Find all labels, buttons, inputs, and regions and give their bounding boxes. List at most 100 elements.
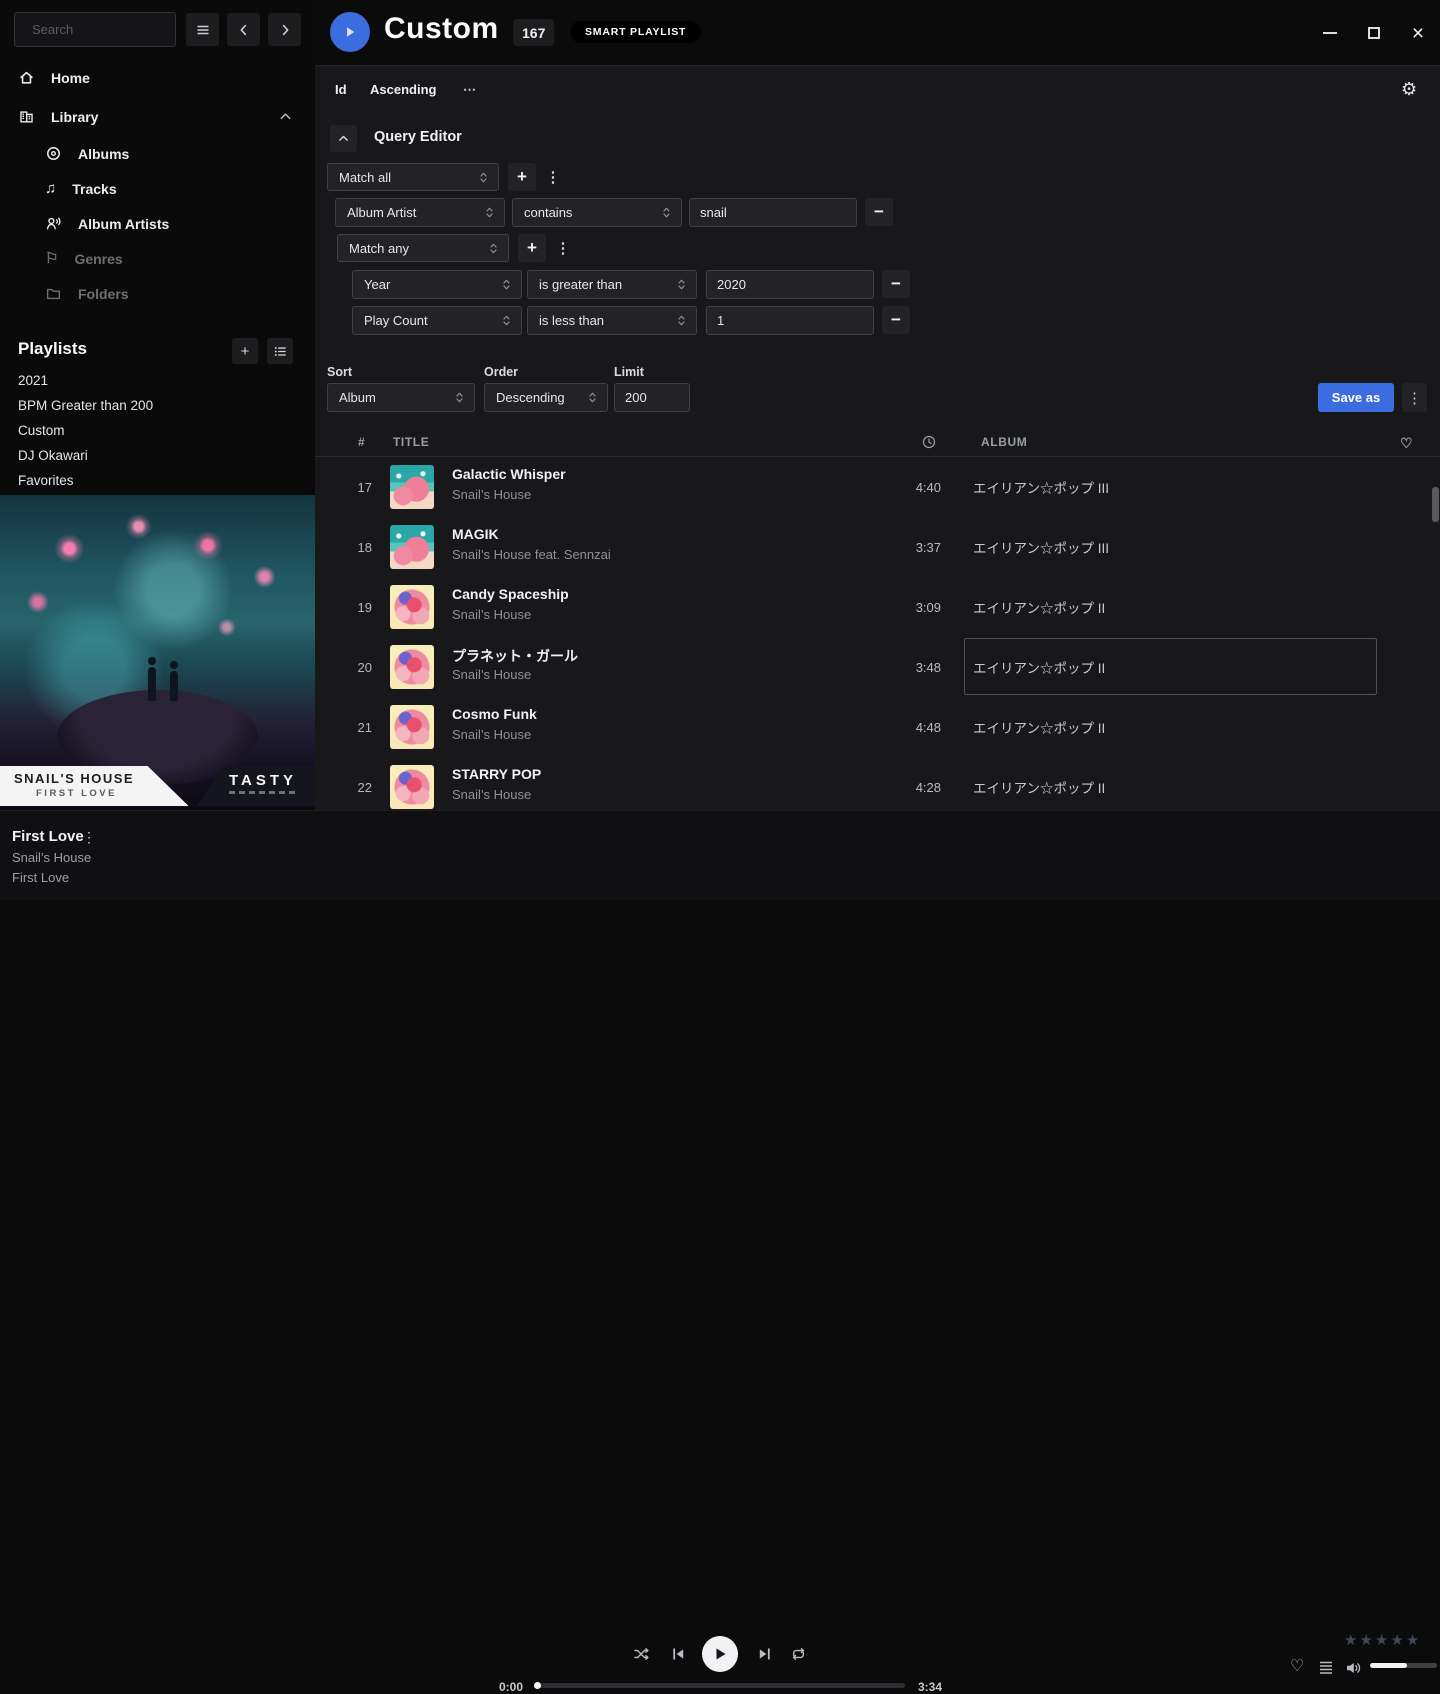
sidebar-item-album-artists[interactable]: Album Artists: [0, 206, 315, 241]
volume-icon[interactable]: [1345, 1660, 1362, 1676]
star-icon[interactable]: ★: [1359, 1631, 1372, 1649]
playlist-item[interactable]: Custom: [0, 418, 315, 443]
collapse-query-editor-button[interactable]: [330, 125, 357, 152]
forward-button[interactable]: [268, 13, 301, 46]
rule-operator-select[interactable]: contains: [512, 198, 682, 227]
volume-slider[interactable]: [1370, 1663, 1437, 1668]
order-select[interactable]: Descending: [484, 383, 608, 412]
minus-icon: −: [874, 202, 884, 222]
sidebar: Home Library Albums ♫ Tracks Album Artis…: [0, 0, 315, 810]
album-art-label-marks: [229, 791, 315, 794]
hamburger-icon: [195, 22, 211, 38]
select-caret-icon: [660, 205, 673, 220]
play-pause-button[interactable]: [702, 1636, 738, 1672]
maximize-button[interactable]: [1360, 20, 1388, 46]
favorite-heart-button[interactable]: ♡: [1290, 1659, 1304, 1675]
track-album[interactable]: エイリアン☆ポップ II: [973, 577, 1373, 637]
minus-icon: −: [891, 310, 901, 330]
track-artist: Snail’s House: [452, 487, 531, 502]
search-input[interactable]: [32, 22, 208, 37]
sidebar-item-folders[interactable]: Folders: [0, 276, 315, 311]
playlist-item[interactable]: DJ Okawari: [0, 443, 315, 468]
playlist-list-button[interactable]: [267, 338, 293, 364]
rule-group-menu-button[interactable]: ⋮: [545, 163, 561, 191]
track-row[interactable]: 18 MAGIK Snail’s House feat. Sennzai 3:3…: [315, 517, 1440, 577]
track-row[interactable]: 22 STARRY POP Snail’s House 4:28 エイリアン☆ポ…: [315, 757, 1440, 817]
add-group-rule-button[interactable]: +: [518, 234, 546, 262]
column-title[interactable]: TITLE: [393, 435, 429, 449]
duration-clock-icon[interactable]: [921, 434, 937, 450]
sidebar-item-home[interactable]: Home: [0, 58, 315, 97]
playlist-item[interactable]: 2021: [0, 368, 315, 393]
star-icon[interactable]: ★: [1406, 1631, 1419, 1649]
seek-handle[interactable]: [534, 1682, 541, 1689]
sort-select[interactable]: Album: [327, 383, 475, 412]
star-icon[interactable]: ★: [1344, 1631, 1357, 1649]
now-playing-album-art[interactable]: SNAIL'S HOUSE FIRST LOVE TASTY: [0, 495, 315, 810]
track-row[interactable]: 20 プラネット・ガール Snail’s House 3:48 エイリアン☆ポッ…: [315, 637, 1440, 697]
more-options-button[interactable]: ⋯: [463, 82, 476, 98]
repeat-button[interactable]: [790, 1646, 807, 1662]
rule-operator-select[interactable]: is greater than: [527, 270, 697, 299]
sidebar-item-label: Album Artists: [78, 216, 169, 232]
add-playlist-button[interactable]: +: [232, 338, 258, 364]
minimize-button[interactable]: [1316, 20, 1344, 46]
track-row[interactable]: 17 Galactic Whisper Snail’s House 4:40 エ…: [315, 457, 1440, 517]
save-as-button[interactable]: Save as: [1318, 383, 1394, 412]
add-rule-button[interactable]: +: [508, 163, 536, 191]
star-icon[interactable]: ★: [1390, 1631, 1403, 1649]
rule-value-input[interactable]: [706, 306, 874, 335]
search-box[interactable]: [14, 12, 176, 47]
group-match-select[interactable]: Match any: [337, 234, 509, 262]
sort-field-button[interactable]: Id: [335, 82, 347, 97]
group-menu-button[interactable]: ⋮: [555, 234, 571, 262]
sort-direction-button[interactable]: Ascending: [370, 82, 436, 97]
previous-track-button[interactable]: [671, 1646, 686, 1662]
now-playing-menu-button[interactable]: ⋮: [82, 829, 96, 846]
shuffle-button[interactable]: [633, 1646, 650, 1662]
chevron-up-icon[interactable]: [278, 109, 293, 124]
save-menu-button[interactable]: ⋮: [1402, 383, 1427, 412]
rule-value-input[interactable]: [689, 198, 857, 227]
rule-value-input[interactable]: [706, 270, 874, 299]
sidebar-item-tracks[interactable]: ♫ Tracks: [0, 171, 315, 206]
track-album[interactable]: エイリアン☆ポップ III: [973, 517, 1373, 577]
track-row[interactable]: 19 Candy Spaceship Snail’s House 3:09 エイ…: [315, 577, 1440, 637]
rule-field-select[interactable]: Album Artist: [335, 198, 505, 227]
root-match-select[interactable]: Match all: [327, 163, 499, 191]
track-album[interactable]: エイリアン☆ポップ II: [973, 757, 1373, 817]
track-row[interactable]: 21 Cosmo Funk Snail’s House 4:48 エイリアン☆ポ…: [315, 697, 1440, 757]
track-title: STARRY POP: [452, 766, 541, 782]
sidebar-item-genres[interactable]: ⚐ Genres: [0, 241, 315, 276]
playlist-item[interactable]: BPM Greater than 200: [0, 393, 315, 418]
track-cover-art: [390, 765, 434, 809]
track-table-header: # TITLE ALBUM ♡: [315, 427, 1440, 457]
rating-stars[interactable]: ★ ★ ★ ★ ★: [1344, 1631, 1419, 1649]
seek-bar[interactable]: [535, 1683, 905, 1688]
back-button[interactable]: [227, 13, 260, 46]
remove-rule-button[interactable]: −: [865, 198, 893, 226]
rule-operator-select[interactable]: is less than: [527, 306, 697, 335]
remove-rule-button[interactable]: −: [882, 270, 910, 298]
column-album[interactable]: ALBUM: [981, 435, 1027, 449]
rule-field-select[interactable]: Play Count: [352, 306, 522, 335]
playlist-item[interactable]: Favorites: [0, 468, 315, 493]
menu-button[interactable]: [186, 13, 219, 46]
favorite-heart-icon[interactable]: ♡: [1400, 435, 1413, 452]
track-album[interactable]: エイリアン☆ポップ II: [973, 697, 1373, 757]
scrollbar-thumb[interactable]: [1432, 487, 1439, 522]
column-index[interactable]: #: [358, 435, 365, 449]
limit-input[interactable]: [614, 383, 690, 412]
disc-icon: [45, 145, 62, 162]
sidebar-item-library[interactable]: Library: [0, 97, 315, 136]
star-icon[interactable]: ★: [1375, 1631, 1388, 1649]
settings-gear-icon[interactable]: ⚙: [1401, 79, 1417, 100]
queue-button[interactable]: [1318, 1661, 1334, 1675]
remove-rule-button[interactable]: −: [882, 306, 910, 334]
track-album[interactable]: エイリアン☆ポップ III: [973, 457, 1373, 517]
close-button[interactable]: ×: [1404, 20, 1432, 46]
play-playlist-button[interactable]: [330, 12, 370, 52]
rule-field-select[interactable]: Year: [352, 270, 522, 299]
next-track-button[interactable]: [757, 1646, 772, 1662]
sidebar-item-albums[interactable]: Albums: [0, 136, 315, 171]
